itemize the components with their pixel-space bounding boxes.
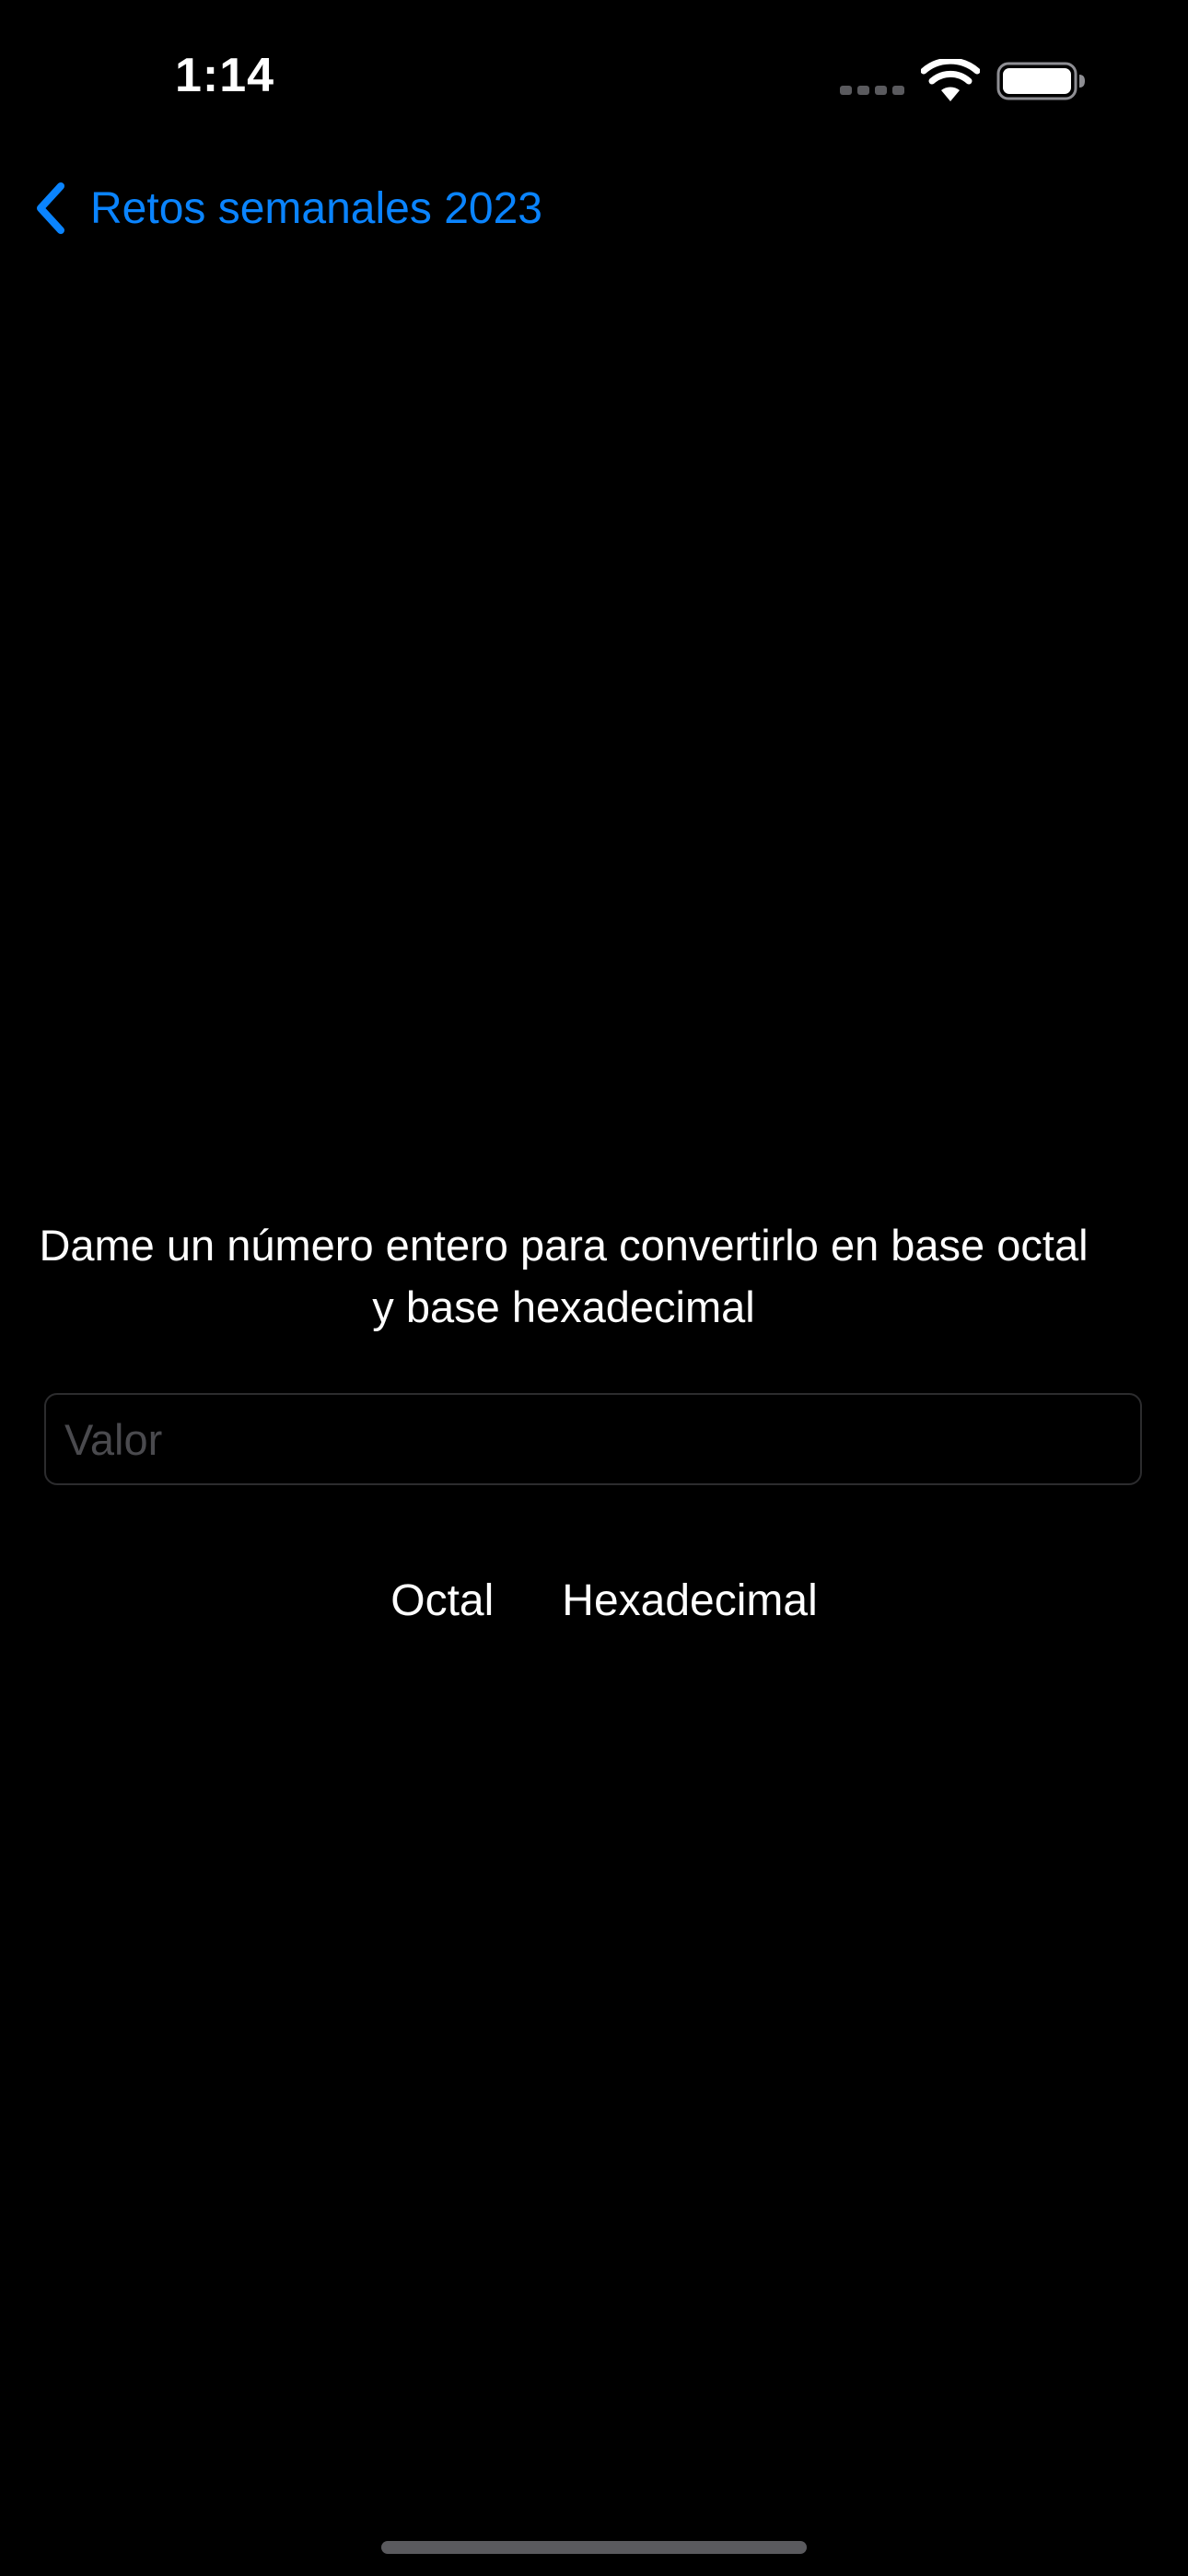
value-input[interactable] <box>44 1393 1142 1485</box>
back-button[interactable]: Retos semanales 2023 <box>33 175 542 241</box>
status-time: 1:14 <box>175 49 275 102</box>
status-bar: 1:14 <box>0 0 1188 157</box>
signal-dots-icon <box>840 86 904 95</box>
wifi-icon <box>921 59 980 101</box>
conversion-buttons: Octal Hexadecimal <box>0 1575 1188 1626</box>
hexadecimal-button[interactable]: Hexadecimal <box>562 1575 817 1626</box>
chevron-left-icon <box>37 182 64 234</box>
home-indicator[interactable] <box>381 2541 807 2554</box>
back-button-label: Retos semanales 2023 <box>90 183 542 233</box>
prompt-text: Dame un número entero para convertirlo e… <box>39 1221 1089 1331</box>
battery-icon <box>996 62 1085 100</box>
octal-button[interactable]: Octal <box>390 1575 494 1626</box>
